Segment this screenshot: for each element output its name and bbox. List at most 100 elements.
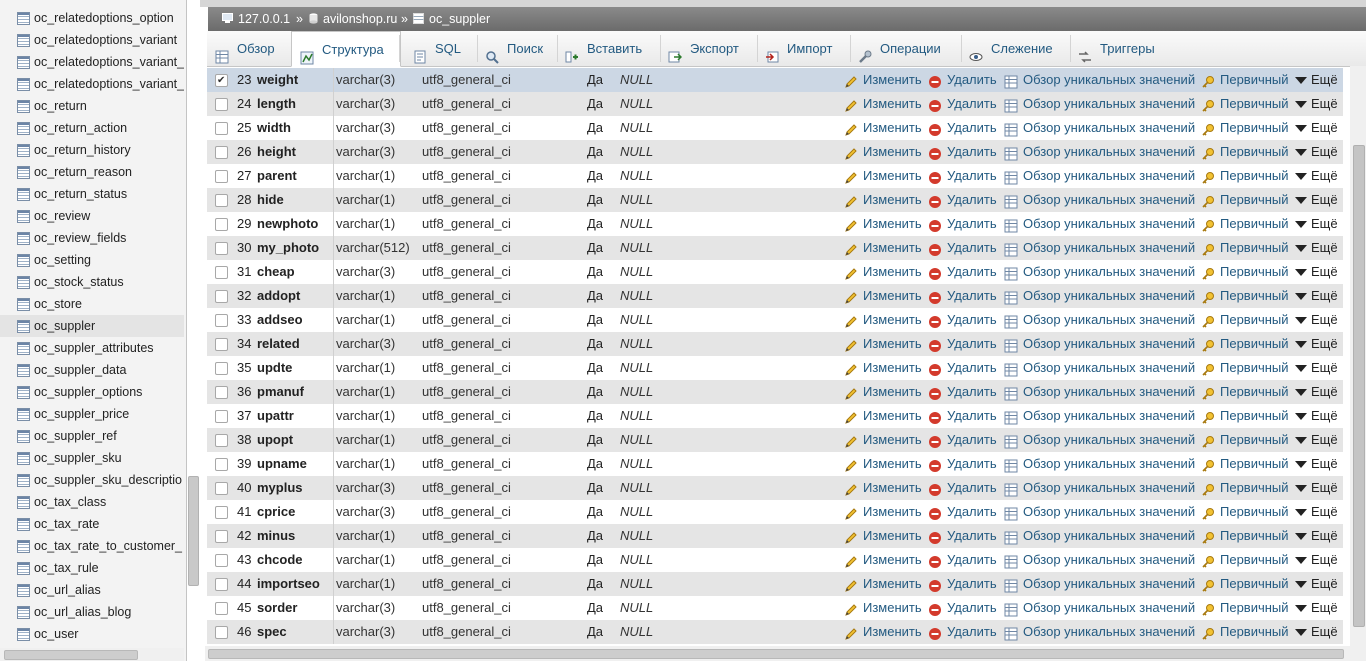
browse-unique-action-label[interactable]: Обзор уникальных значений: [1023, 380, 1195, 404]
primary-key-action-label[interactable]: Первичный: [1220, 68, 1289, 92]
table-row[interactable]: 44 importseo varchar(1) utf8_general_ci Да NU…: [207, 572, 1343, 596]
delete-icon[interactable]: [928, 577, 942, 592]
edit-action-label[interactable]: Изменить: [863, 548, 922, 572]
chevron-down-icon[interactable]: [1295, 341, 1307, 348]
table-icon[interactable]: [1004, 217, 1018, 233]
tab-structure[interactable]: Структура: [291, 31, 401, 67]
edit-action-label[interactable]: Изменить: [863, 68, 922, 92]
more-dropdown-label[interactable]: Ещё: [1311, 548, 1338, 572]
row-checkbox[interactable]: [215, 602, 228, 615]
primary-key-action-label[interactable]: Первичный: [1220, 332, 1289, 356]
primary-key-action-label[interactable]: Первичный: [1220, 428, 1289, 452]
more-dropdown-label[interactable]: Ещё: [1311, 308, 1338, 332]
browse-unique-action-label[interactable]: Обзор уникальных значений: [1023, 212, 1195, 236]
table-icon[interactable]: [17, 166, 30, 179]
delete-action-label[interactable]: Удалить: [947, 188, 997, 212]
table-icon[interactable]: [1004, 145, 1018, 161]
browse-unique-action-label[interactable]: Обзор уникальных значений: [1023, 164, 1195, 188]
chevron-down-icon[interactable]: [1295, 413, 1307, 420]
row-checkbox[interactable]: [215, 554, 228, 567]
sidebar-item-label[interactable]: oc_store: [34, 293, 82, 315]
table-icon[interactable]: [17, 584, 30, 597]
tab-search[interactable]: Поиск: [477, 31, 557, 66]
more-dropdown-label[interactable]: Ещё: [1311, 68, 1338, 92]
row-checkbox[interactable]: [215, 338, 228, 351]
row-checkbox[interactable]: [215, 506, 228, 519]
browse-unique-action-label[interactable]: Обзор уникальных значений: [1023, 404, 1195, 428]
delete-action-label[interactable]: Удалить: [947, 548, 997, 572]
sidebar-item-label[interactable]: oc_relatedoptions_variant: [34, 29, 177, 51]
column-name[interactable]: myplus: [257, 476, 303, 500]
sidebar-item-table[interactable]: oc_suppler_ref: [0, 425, 184, 447]
pencil-icon[interactable]: [844, 529, 858, 544]
table-row[interactable]: 33 addseo varchar(1) utf8_general_ci Да NULL И…: [207, 308, 1343, 332]
pencil-icon[interactable]: [844, 361, 858, 376]
edit-action-label[interactable]: Изменить: [863, 308, 922, 332]
primary-key-action-label[interactable]: Первичный: [1220, 356, 1289, 380]
pencil-icon[interactable]: [844, 625, 858, 640]
sidebar-item-label[interactable]: oc_user: [34, 623, 78, 645]
delete-action-label[interactable]: Удалить: [947, 332, 997, 356]
column-name[interactable]: parent: [257, 164, 297, 188]
sidebar-item-label[interactable]: oc_return_status: [34, 183, 127, 205]
chevron-down-icon[interactable]: [1295, 557, 1307, 564]
table-icon[interactable]: [1004, 361, 1018, 377]
primary-key-action-label[interactable]: Первичный: [1220, 164, 1289, 188]
key-icon[interactable]: [1201, 241, 1215, 256]
browse-unique-action-label[interactable]: Обзор уникальных значений: [1023, 308, 1195, 332]
sidebar-item-label[interactable]: oc_return_history: [34, 139, 131, 161]
edit-action-label[interactable]: Изменить: [863, 212, 922, 236]
table-icon[interactable]: [1004, 337, 1018, 353]
sidebar-item-label[interactable]: oc_url_alias_blog: [34, 601, 131, 623]
table-row[interactable]: 23 weight varchar(3) utf8_general_ci Да NULL И…: [207, 68, 1343, 93]
table-icon[interactable]: [17, 298, 30, 311]
key-icon[interactable]: [1201, 409, 1215, 424]
table-icon[interactable]: [1004, 409, 1018, 425]
column-name[interactable]: cprice: [257, 500, 295, 524]
edit-action-label[interactable]: Изменить: [863, 572, 922, 596]
pencil-icon[interactable]: [844, 217, 858, 232]
table-icon[interactable]: [17, 496, 30, 509]
sidebar-item-label[interactable]: oc_relatedoptions_variant_: [34, 51, 184, 73]
sidebar-item-table[interactable]: oc_suppler_sku_descriptio: [0, 469, 184, 491]
key-icon[interactable]: [1201, 193, 1215, 208]
delete-icon[interactable]: [928, 625, 942, 640]
table-icon[interactable]: [17, 364, 30, 377]
key-icon[interactable]: [1201, 577, 1215, 592]
row-checkbox[interactable]: [215, 314, 228, 327]
delete-icon[interactable]: [928, 169, 942, 184]
sidebar-item-table[interactable]: oc_suppler_attributes: [0, 337, 184, 359]
sidebar-item-table[interactable]: oc_return_history: [0, 139, 184, 161]
table-row[interactable]: 25 width varchar(3) utf8_general_ci Да NULL Из…: [207, 116, 1343, 140]
primary-key-action-label[interactable]: Первичный: [1220, 596, 1289, 620]
chevron-down-icon[interactable]: [1295, 509, 1307, 516]
pencil-icon[interactable]: [844, 289, 858, 304]
table-icon[interactable]: [1004, 97, 1018, 113]
key-icon[interactable]: [1201, 625, 1215, 640]
table-icon[interactable]: [1004, 193, 1018, 209]
primary-key-action-label[interactable]: Первичный: [1220, 524, 1289, 548]
browse-unique-action-label[interactable]: Обзор уникальных значений: [1023, 500, 1195, 524]
edit-action-label[interactable]: Изменить: [863, 596, 922, 620]
table-icon[interactable]: [1004, 385, 1018, 401]
sidebar-item-label[interactable]: oc_return: [34, 95, 87, 117]
table-icon[interactable]: [17, 474, 30, 487]
delete-icon[interactable]: [928, 385, 942, 400]
row-checkbox[interactable]: [215, 266, 228, 279]
delete-icon[interactable]: [928, 97, 942, 112]
table-icon[interactable]: [17, 12, 30, 25]
table-icon[interactable]: [1004, 505, 1018, 521]
browse-unique-action-label[interactable]: Обзор уникальных значений: [1023, 356, 1195, 380]
more-dropdown-label[interactable]: Ещё: [1311, 260, 1338, 284]
chevron-down-icon[interactable]: [1295, 389, 1307, 396]
sidebar-item-table[interactable]: oc_suppler_options: [0, 381, 184, 403]
primary-key-action-label[interactable]: Первичный: [1220, 92, 1289, 116]
column-name[interactable]: upname: [257, 452, 307, 476]
more-dropdown-label[interactable]: Ещё: [1311, 476, 1338, 500]
primary-key-action-label[interactable]: Первичный: [1220, 212, 1289, 236]
column-name[interactable]: updte: [257, 356, 292, 380]
sidebar-item-label[interactable]: oc_return_reason: [34, 161, 132, 183]
table-row[interactable]: 29 newphoto varchar(1) utf8_general_ci Да NUL…: [207, 212, 1343, 236]
browse-unique-action-label[interactable]: Обзор уникальных значений: [1023, 572, 1195, 596]
sidebar-item-table[interactable]: oc_suppler: [0, 315, 184, 337]
